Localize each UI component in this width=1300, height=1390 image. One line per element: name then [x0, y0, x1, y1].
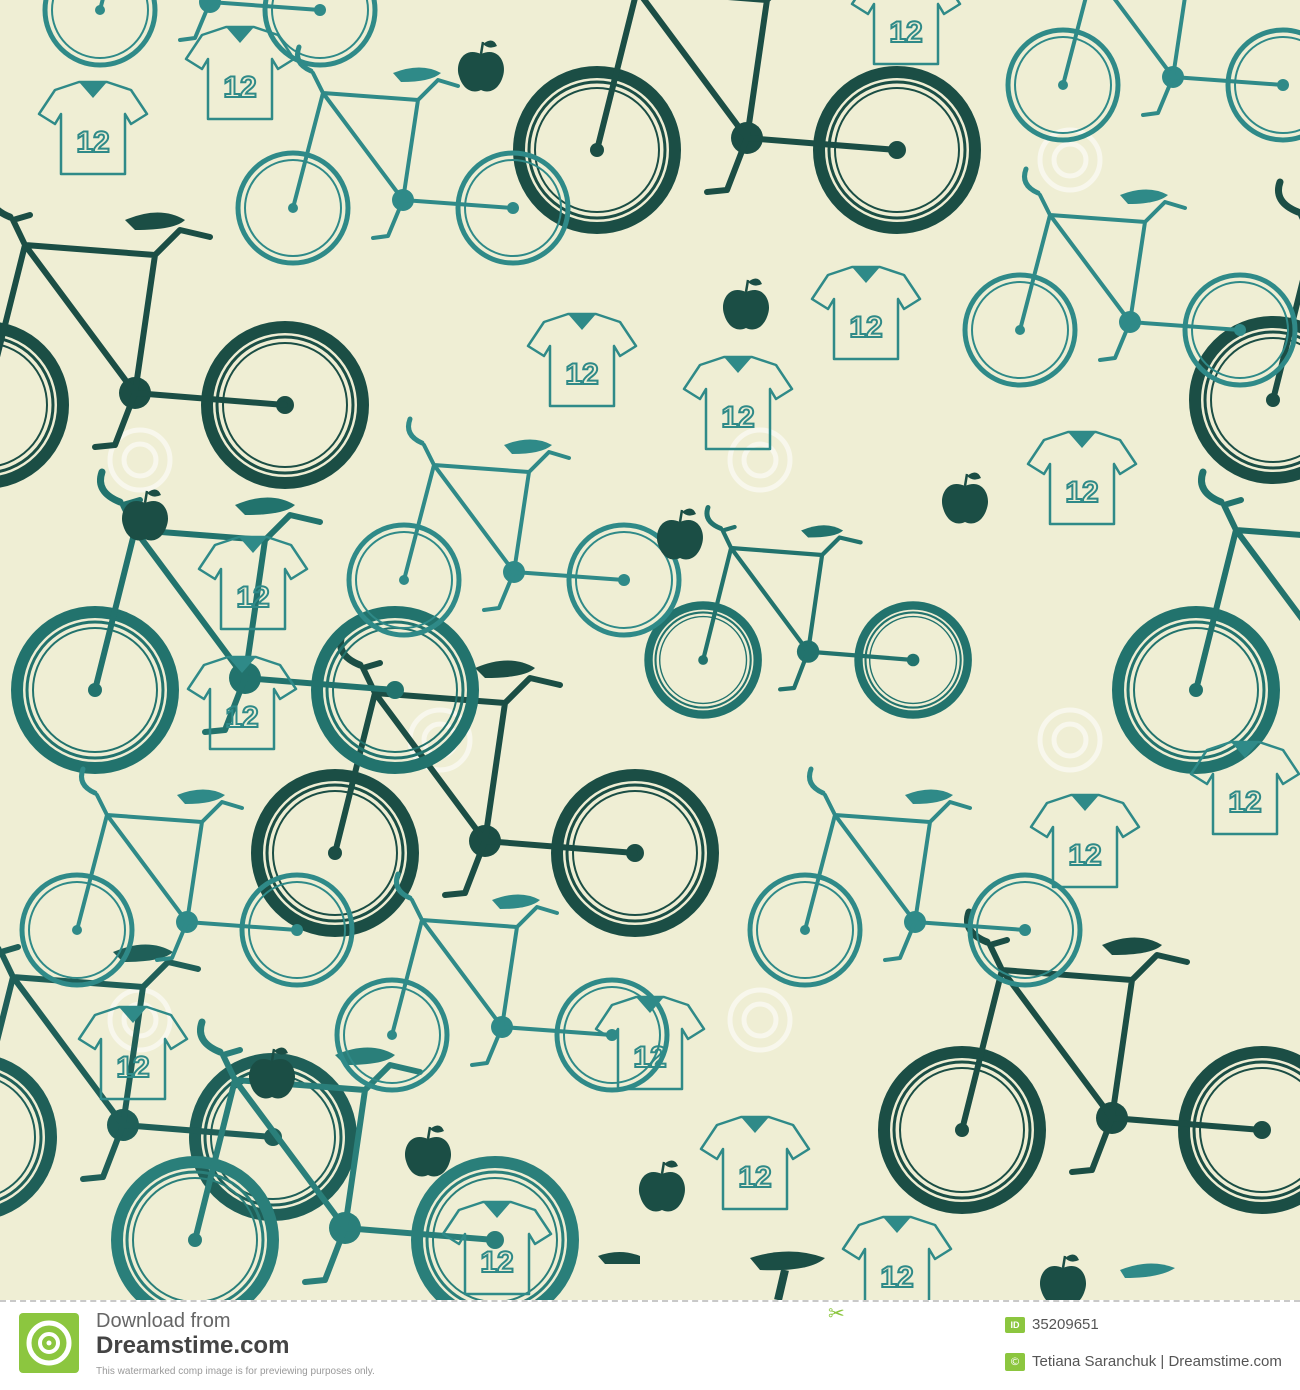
bicycle-pattern: 12 [0, 0, 1300, 1300]
copyright-icon: © [1005, 1353, 1025, 1371]
author-credit: Tetiana Saranchuk | Dreamstime.com [1032, 1353, 1282, 1370]
site-name[interactable]: Dreamstime.com [96, 1332, 289, 1360]
image-id: 35209651 [1032, 1316, 1099, 1333]
watermark-note: This watermarked comp image is for previ… [96, 1366, 375, 1377]
dreamstime-logo-icon [19, 1313, 79, 1373]
id-badge: ID [1005, 1317, 1025, 1333]
download-from-label: Download from [96, 1310, 231, 1332]
divider [0, 1300, 1300, 1302]
scissors-icon: ✂ [828, 1301, 845, 1325]
